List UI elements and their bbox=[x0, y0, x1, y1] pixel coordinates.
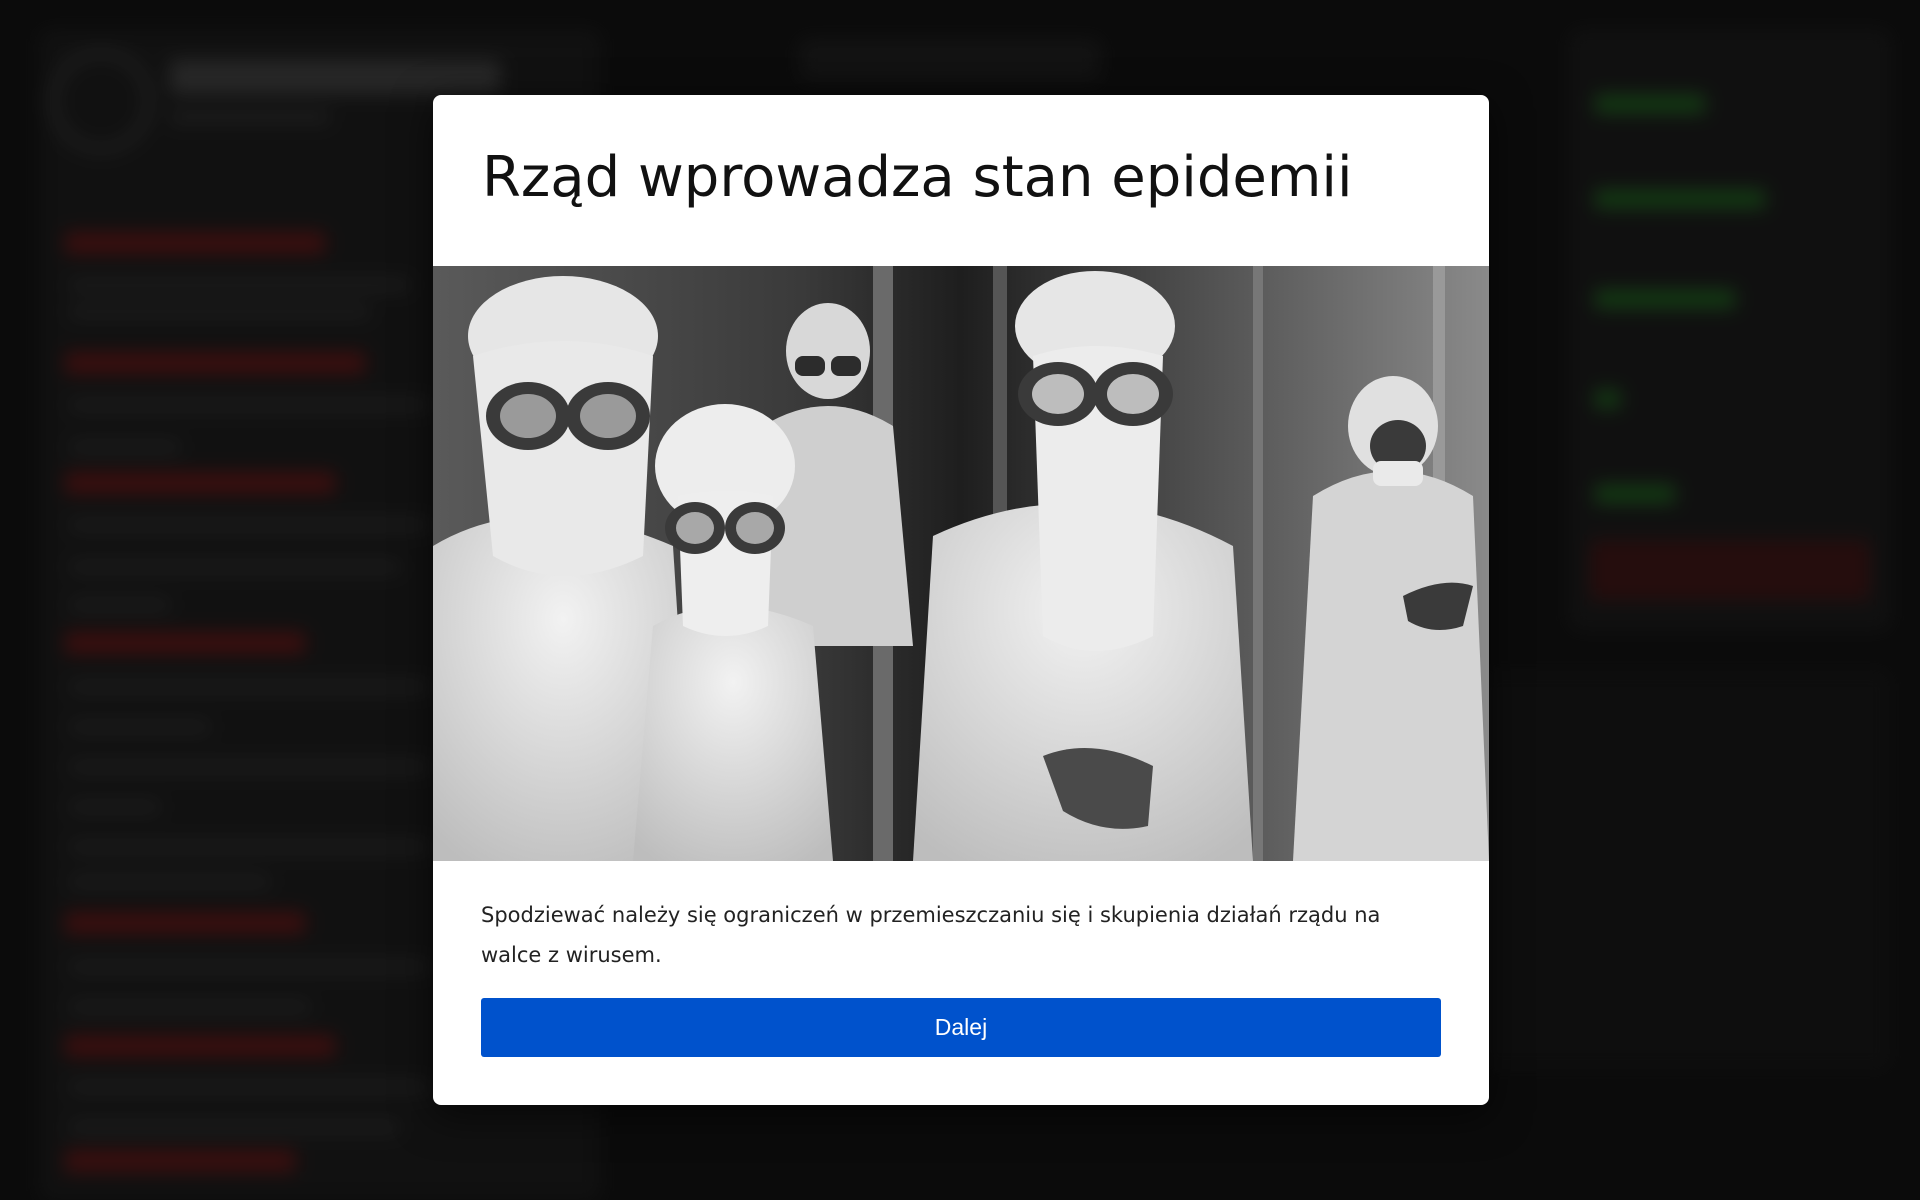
modal-title: Rząd wprowadza stan epidemii bbox=[482, 145, 1353, 210]
modal-photo bbox=[433, 266, 1489, 861]
continue-button[interactable]: Dalej bbox=[481, 998, 1441, 1057]
photo-people-in-protective-suits-icon bbox=[433, 266, 1489, 861]
modal-body-text: Spodziewać należy się ograniczeń w przem… bbox=[481, 903, 1381, 967]
event-modal: Rząd wprowadza stan epidemii Spodziewać … bbox=[433, 95, 1489, 1105]
